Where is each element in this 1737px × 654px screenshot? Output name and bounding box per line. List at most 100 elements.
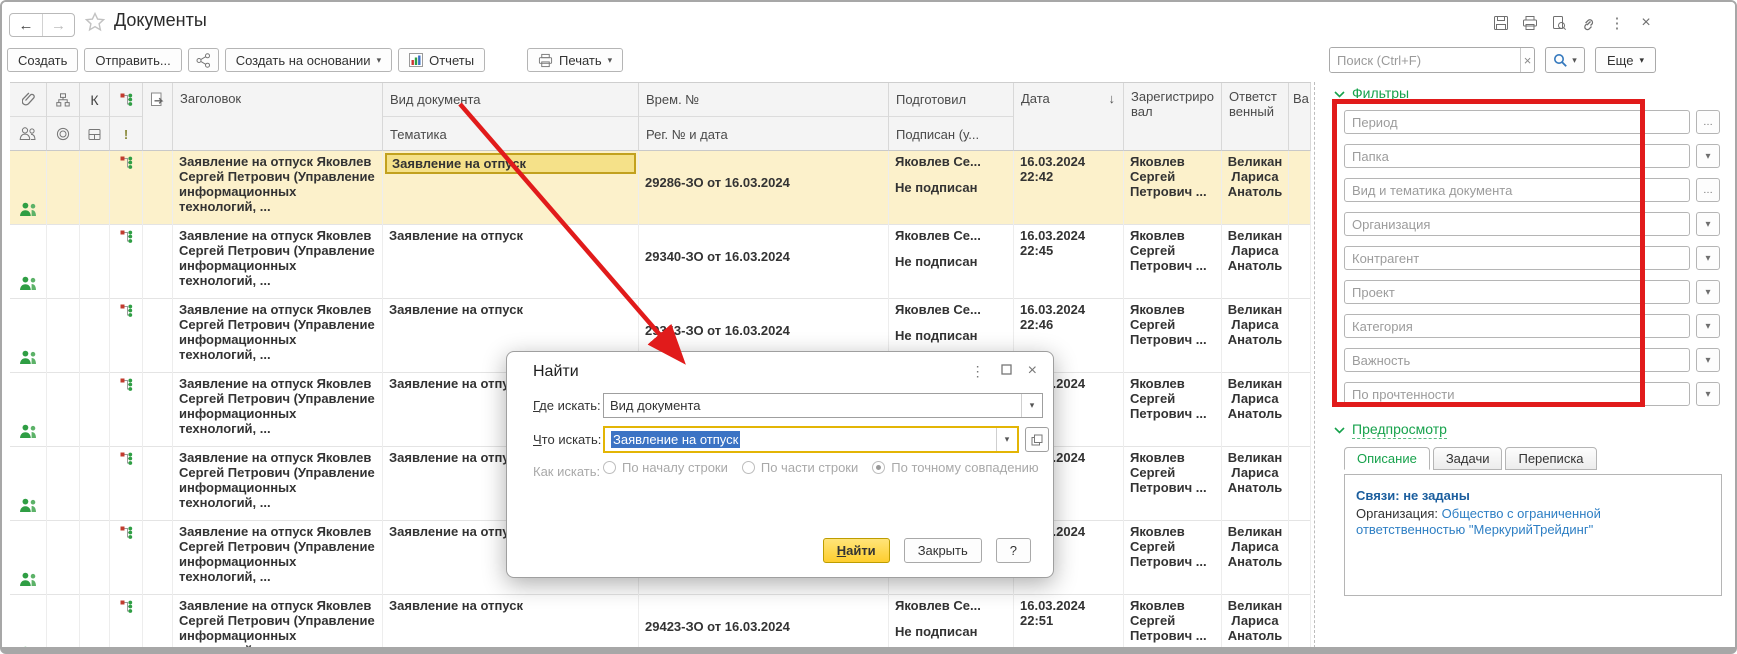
favorite-star-icon[interactable] [84,11,106,38]
filter-input[interactable]: Важность [1344,348,1690,372]
header-title[interactable]: Заголовок [173,83,383,151]
cell-registered[interactable]: Яковлев Сергей Петрович ... [1124,373,1222,447]
where-field[interactable]: Вид документа ▾ [603,393,1043,418]
panel-separator[interactable] [1314,82,1315,647]
cell-registered[interactable]: Яковлев Сергей Петрович ... [1124,447,1222,521]
dialog-close-icon[interactable]: × [1028,362,1037,380]
cell-responsible[interactable]: Великан Лариса Анатоль [1222,521,1289,595]
cell-importance[interactable] [1289,225,1311,299]
header-col-control[interactable]: К [80,83,110,151]
create-based-on-button[interactable]: Создать на основании ▾ [224,48,393,72]
filter-input[interactable]: Организация [1344,212,1690,236]
cell-importance[interactable] [1289,595,1311,647]
radio-option[interactable]: По точному совпадению [872,460,1039,475]
dialog-maximize-icon[interactable] [1001,364,1012,378]
cell-registered[interactable]: Яковлев Сергей Петрович ... [1124,299,1222,373]
header-doc-type[interactable]: Вид документа Тематика [383,83,639,151]
send-button[interactable]: Отправить... [84,48,182,72]
filter-field-button[interactable]: ▾ [1696,144,1720,168]
cell-date[interactable]: 16.03.2024 22:45 [1014,225,1124,299]
dialog-more-icon[interactable]: ⋮ [971,363,985,380]
cell-prepared[interactable]: Яковлев Се... Не подписан [889,595,1014,647]
filter-field-button[interactable]: ▾ [1696,382,1720,406]
tab-tasks[interactable]: Задачи [1432,447,1503,470]
cell-date[interactable]: 16.03.2024 22:51 [1014,595,1124,647]
radio-option[interactable]: По началу строки [603,460,728,475]
cell-responsible[interactable]: Великан Лариса Анатоль [1222,151,1289,225]
cell-importance[interactable] [1289,373,1311,447]
cell-registered[interactable]: Яковлев Сергей Петрович ... [1124,151,1222,225]
header-importance[interactable]: Ва [1289,83,1311,151]
link-icon[interactable] [1579,14,1597,32]
cell-title[interactable]: Заявление на отпуск Яковлев Сергей Петро… [173,595,383,647]
cell-title[interactable]: Заявление на отпуск Яковлев Сергей Петро… [173,373,383,447]
filter-input[interactable]: Категория [1344,314,1690,338]
forward-button[interactable]: → [42,14,74,36]
search-button[interactable]: ▾ [1545,47,1585,73]
print-icon[interactable] [1521,14,1539,32]
cell-responsible[interactable]: Великан Лариса Анатоль [1222,447,1289,521]
filter-field-button[interactable]: ▾ [1696,314,1720,338]
filter-field-button[interactable]: … [1696,110,1720,134]
find-button[interactable]: Найти [822,538,890,563]
back-button[interactable]: ← [10,14,42,36]
chevron-down-icon[interactable]: ▾ [996,428,1017,451]
filter-input[interactable]: Период [1344,110,1690,134]
cell-prepared[interactable]: Яковлев Се... Не подписан [889,151,1014,225]
cell-registered[interactable]: Яковлев Сергей Петрович ... [1124,225,1222,299]
header-col-forwarded[interactable] [143,83,173,151]
cell-doc-type[interactable]: Заявление на отпуск [383,595,639,647]
tab-description[interactable]: Описание [1344,447,1430,470]
cell-responsible[interactable]: Великан Лариса Анатоль [1222,299,1289,373]
filter-input[interactable]: Вид и тематика документа [1344,178,1690,202]
cell-reg[interactable]: 29286-ЗО от 16.03.2024 [639,151,889,225]
reports-button[interactable]: Отчеты [398,48,486,72]
filter-field-button[interactable]: ▾ [1696,246,1720,270]
cell-title[interactable]: Заявление на отпуск Яковлев Сергей Петро… [173,521,383,595]
cell-responsible[interactable]: Великан Лариса Анатоль [1222,373,1289,447]
filter-input[interactable]: По прочтенности [1344,382,1690,406]
filter-field-button[interactable]: … [1696,178,1720,202]
share-button[interactable] [187,48,219,72]
table-row[interactable]: Заявление на отпуск Яковлев Сергей Петро… [10,151,1311,225]
header-date[interactable]: Дата ↓ [1014,83,1124,151]
preview-section-header[interactable]: Предпросмотр [1334,421,1732,439]
print-preview-icon[interactable] [1550,14,1568,32]
cell-prepared[interactable]: Яковлев Се... Не подписан [889,225,1014,299]
table-row[interactable]: Заявление на отпуск Яковлев Сергей Петро… [10,595,1311,647]
cell-reg[interactable]: 29340-ЗО от 16.03.2024 [639,225,889,299]
help-button[interactable]: ? [995,538,1031,563]
close-button[interactable]: Закрыть [903,538,982,563]
more-icon[interactable]: ⋮ [1608,14,1626,32]
cell-registered[interactable]: Яковлев Сергей Петрович ... [1124,521,1222,595]
filter-field-button[interactable]: ▾ [1696,280,1720,304]
what-field[interactable]: Заявление на отпуск ▾ [603,426,1019,453]
cell-importance[interactable] [1289,299,1311,373]
chevron-down-icon[interactable]: ▾ [1021,394,1042,417]
cell-title[interactable]: Заявление на отпуск Яковлев Сергей Петро… [173,225,383,299]
cell-doc-type[interactable]: Заявление на отпуск [383,151,639,225]
filter-input[interactable]: Проект [1344,280,1690,304]
cell-importance[interactable] [1289,151,1311,225]
header-prepared[interactable]: Подготовил Подписан (у... [889,83,1014,151]
filter-input[interactable]: Контрагент [1344,246,1690,270]
cell-title[interactable]: Заявление на отпуск Яковлев Сергей Петро… [173,151,383,225]
table-row[interactable]: Заявление на отпуск Яковлев Сергей Петро… [10,225,1311,299]
cell-title[interactable]: Заявление на отпуск Яковлев Сергей Петро… [173,447,383,521]
cell-date[interactable]: 16.03.2024 22:42 [1014,151,1124,225]
header-col-hierarchy[interactable] [47,83,80,151]
create-button[interactable]: Создать [7,48,79,72]
more-actions-button[interactable]: Еще ▾ [1595,47,1656,73]
header-col-attachment[interactable] [10,83,47,151]
print-button[interactable]: Печать ▾ [527,48,624,72]
radio-option[interactable]: По части строки [741,460,858,475]
header-numbers[interactable]: Врем. № Рег. № и дата [639,83,889,151]
header-col-process-state[interactable]: ! [110,83,143,151]
close-icon[interactable]: × [1637,14,1655,32]
save-icon[interactable] [1492,14,1510,32]
tab-correspondence[interactable]: Переписка [1505,447,1597,470]
cell-importance[interactable] [1289,521,1311,595]
filter-field-button[interactable]: ▾ [1696,348,1720,372]
search-input[interactable] [1330,48,1520,72]
select-value-button[interactable] [1025,427,1049,452]
